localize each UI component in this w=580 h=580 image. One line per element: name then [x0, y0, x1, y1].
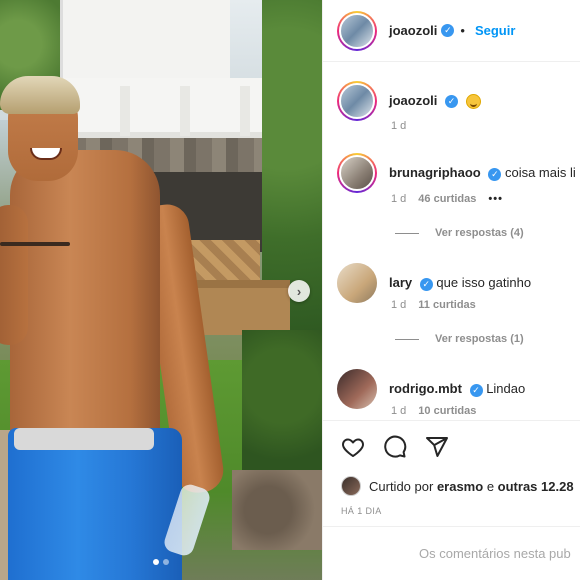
follow-button[interactable]: Seguir [475, 23, 515, 38]
heart-icon[interactable] [341, 435, 365, 459]
comment-username[interactable]: rodrigo.mbt [389, 381, 462, 396]
person-waistband [14, 428, 154, 450]
comment-row: rodrigo.mbt ✓ Lindao [337, 369, 525, 409]
comment-meta: 1 d 11 curtidas [391, 299, 476, 311]
carousel-dots [0, 559, 322, 565]
person-hair [0, 76, 80, 114]
post-sidebar: joaozoli ✓ • Seguir joaozoli ✓ 1 d bruna… [322, 0, 580, 580]
liker-username[interactable]: erasmo [437, 479, 483, 494]
photo-beam [240, 86, 250, 136]
comments-disabled-text: Os comentários nesta pub [419, 546, 571, 561]
comment-likes[interactable]: 11 curtidas [418, 299, 475, 311]
commenter-avatar[interactable] [337, 153, 377, 193]
liked-prefix: Curtido por [369, 478, 434, 494]
comment-text: que isso gatinho [436, 275, 532, 291]
post-actions [323, 420, 580, 472]
carousel-dot [153, 559, 159, 565]
commenter-avatar[interactable] [337, 369, 377, 409]
carousel-dot [163, 559, 169, 565]
replies-line [395, 338, 419, 340]
post-date: HÁ 1 DIA [341, 506, 382, 516]
liked-others[interactable]: outras 12.28 [498, 479, 574, 494]
person-shorts [8, 428, 182, 580]
author-username[interactable]: joaozoli [389, 23, 437, 38]
photo-rocks [232, 470, 322, 550]
comment-icon[interactable] [383, 435, 407, 459]
photo-shrub [242, 330, 322, 470]
liked-by: Curtido por erasmo e outras 12.28 [341, 476, 574, 496]
comment-username[interactable]: lary [389, 275, 412, 290]
photo-beam [120, 86, 130, 136]
post-photo[interactable]: › [0, 0, 322, 580]
comment-meta: 1 d 46 curtidas ••• [391, 193, 503, 205]
verified-badge-icon: ✓ [445, 95, 459, 109]
comment-time: 1 d [391, 405, 407, 417]
person-arm [0, 205, 28, 345]
comment-time: 1 d [391, 299, 407, 311]
author-avatar[interactable] [337, 81, 377, 121]
comment-username[interactable]: brunagriphaoo [389, 165, 481, 180]
comment-time: 1 d [391, 193, 407, 205]
caption-time: 1 d [391, 120, 407, 132]
verified-badge-icon: ✓ [469, 383, 483, 397]
photo-beam [180, 86, 190, 136]
comment-meta: 1 d 10 curtidas [391, 405, 476, 417]
verified-badge-icon: ✓ [419, 277, 433, 291]
view-replies-label: Ver respostas (4) [435, 227, 524, 239]
liked-suffix: e [486, 478, 495, 494]
commenter-avatar[interactable] [337, 263, 377, 303]
caption-meta: 1 d [391, 120, 406, 132]
comment-row: brunagriphaoo ✓ coisa mais li [337, 153, 576, 193]
comment-row: lary ✓ que isso gatinho [337, 263, 531, 303]
post-header: joaozoli ✓ • Seguir [323, 0, 580, 62]
view-replies-label: Ver respostas (1) [435, 333, 524, 345]
comment-likes[interactable]: 46 curtidas [418, 193, 476, 205]
more-options-button[interactable]: ••• [488, 193, 503, 205]
comment-text: Lindao [486, 381, 526, 397]
separator: • [460, 23, 465, 38]
view-replies-button[interactable]: Ver respostas (4) [395, 227, 524, 239]
author-avatar[interactable] [337, 10, 377, 51]
view-replies-button[interactable]: Ver respostas (1) [395, 333, 524, 345]
comments-list: joaozoli ✓ 1 d brunagriphaoo ✓ coisa mai… [323, 63, 580, 418]
person-torso [10, 150, 160, 450]
grin-emoji-icon [465, 94, 481, 110]
comment-text: coisa mais li [504, 165, 576, 181]
chevron-right-icon[interactable]: › [288, 280, 310, 302]
replies-line [395, 232, 419, 234]
share-icon[interactable] [425, 435, 449, 459]
comment-likes[interactable]: 10 curtidas [418, 405, 476, 417]
person-tattoo [0, 242, 70, 246]
verified-badge-icon: ✓ [441, 24, 455, 37]
caption-row: joaozoli ✓ [337, 81, 481, 121]
verified-badge-icon: ✓ [488, 167, 502, 181]
caption-username[interactable]: joaozoli [389, 93, 437, 108]
comment-input-area: Os comentários nesta pub [323, 526, 580, 580]
liker-avatar[interactable] [341, 476, 361, 496]
